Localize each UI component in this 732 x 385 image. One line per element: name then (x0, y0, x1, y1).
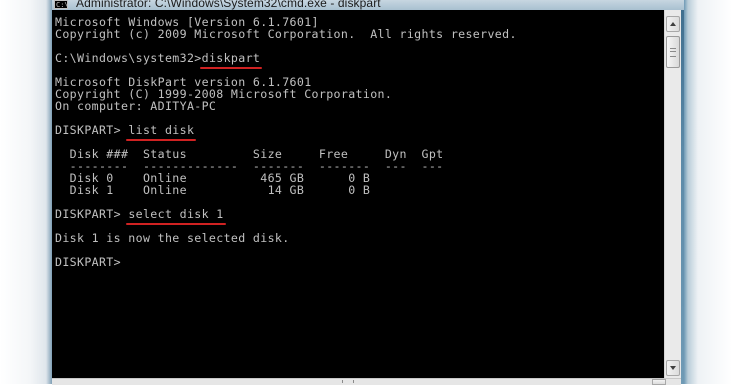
scroll-right-arrow-icon[interactable] (652, 379, 666, 385)
scroll-up-arrow-icon[interactable] (666, 16, 680, 32)
scrollbar-grip-icon[interactable] (342, 380, 354, 383)
console-line: Disk 1 is now the selected disk. (55, 231, 290, 245)
console-line-command: DISKPART> select disk 1 (55, 208, 664, 220)
window-border-left (0, 0, 52, 384)
console-prompt-line[interactable]: DISKPART> (55, 256, 664, 268)
console-line: Copyright (c) 2009 Microsoft Corporation… (55, 27, 517, 41)
cmd-icon[interactable]: C:\ (54, 0, 69, 9)
list-disk-command: list disk (128, 123, 195, 137)
console-prompt: DISKPART> (55, 207, 129, 221)
select-disk-command: select disk 1 (128, 207, 224, 221)
vertical-scrollbar[interactable] (664, 10, 681, 378)
console-prompt: C:\Windows\system32> (55, 51, 202, 65)
window-title: Administrator: C:\Windows\System32\cmd.e… (76, 0, 381, 10)
console-line: On computer: ADITYA-PC (55, 99, 217, 113)
console-prompt: DISKPART> (55, 123, 129, 137)
diskpart-command: diskpart (201, 51, 261, 65)
window-border-right (684, 0, 732, 384)
scroll-down-arrow-icon[interactable] (666, 360, 680, 376)
console-line-command: DISKPART> list disk (55, 124, 664, 136)
scrollbar-thumb[interactable] (666, 36, 680, 68)
disk-table-row: Disk 1 Online 14 GB 0 B (55, 183, 371, 197)
console-output[interactable]: Microsoft Windows [Version 6.1.7601] Copy… (52, 10, 664, 378)
console-line-command: C:\Windows\system32>diskpart (55, 52, 664, 64)
